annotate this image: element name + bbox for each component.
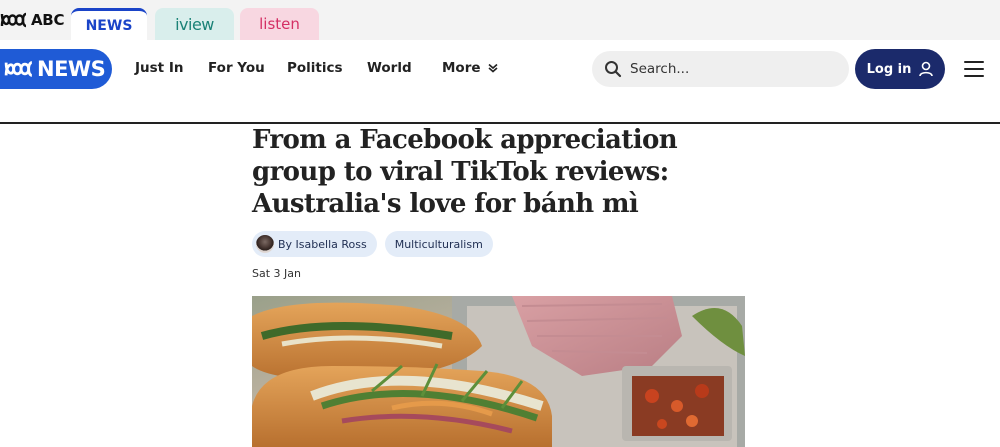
nav-politics[interactable]: Politics [287, 60, 343, 76]
login-label: Log in [866, 61, 912, 77]
abc-news-logo[interactable]: NEWS [0, 49, 112, 89]
topic-chip[interactable]: Multiculturalism [384, 231, 493, 257]
abc-logo-icon [0, 12, 27, 28]
menu-line [964, 61, 984, 63]
author-name: By Isabella Ross [278, 237, 367, 251]
menu-icon[interactable] [964, 61, 984, 77]
article-headline: From a Facebook appreciation group to vi… [252, 125, 678, 219]
nav-for-you[interactable]: For You [208, 60, 265, 76]
logo-text: NEWS [37, 57, 106, 81]
tab-listen[interactable]: listen [240, 8, 319, 40]
banh-mi-photo-icon [252, 296, 745, 447]
search-icon [605, 61, 622, 78]
nav-world[interactable]: World [367, 60, 412, 76]
article-hero-image [252, 296, 745, 447]
nav-more-label: More [442, 60, 481, 76]
search-input[interactable]: Search... [592, 51, 849, 87]
abc-label: ABC [31, 11, 65, 29]
search-placeholder: Search... [630, 61, 690, 77]
abc-logo-icon [4, 61, 33, 77]
tab-iview[interactable]: iview [155, 8, 234, 40]
abc-home-link[interactable]: ABC [0, 10, 64, 30]
login-button[interactable]: Log in [855, 49, 945, 89]
author-avatar [256, 235, 274, 253]
network-bar: ABC NEWS iview listen [0, 0, 1000, 40]
chevron-down-icon [488, 63, 498, 73]
publish-date: Sat 3 Jan [252, 267, 301, 280]
user-icon [919, 61, 934, 77]
tab-news[interactable]: NEWS [71, 8, 147, 40]
author-chip[interactable]: By Isabella Ross [252, 231, 377, 257]
byline: By Isabella Ross Multiculturalism [252, 231, 493, 257]
site-header: NEWS Just In For You Politics World More… [0, 40, 1000, 124]
menu-line [964, 68, 984, 70]
topic-label: Multiculturalism [394, 237, 483, 251]
menu-line [964, 75, 984, 77]
nav-more[interactable]: More [442, 60, 499, 76]
nav-just-in[interactable]: Just In [135, 60, 183, 76]
